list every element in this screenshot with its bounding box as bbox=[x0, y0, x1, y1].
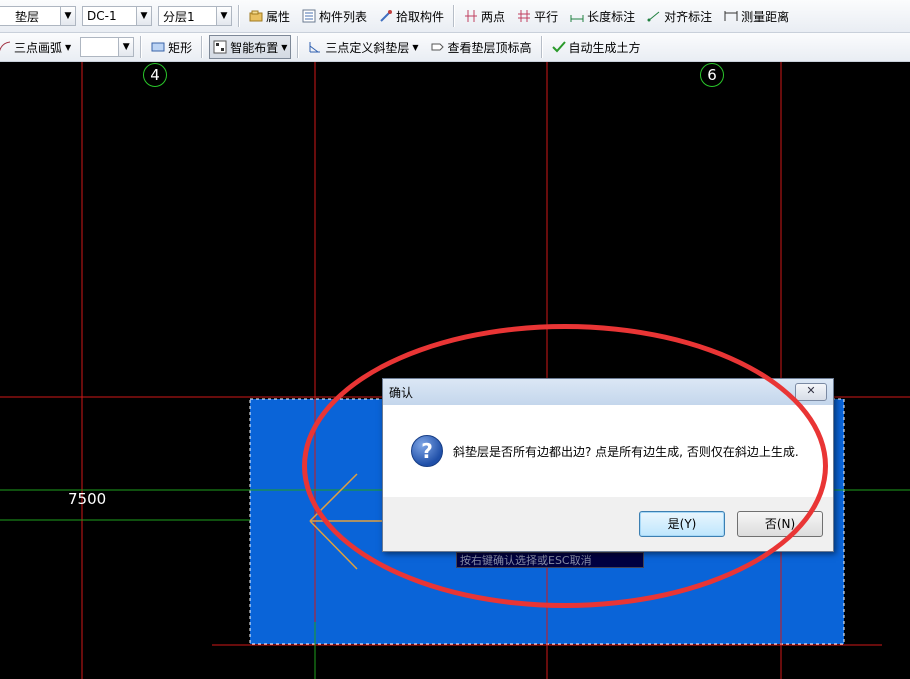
properties-icon bbox=[249, 9, 263, 23]
two-points-button[interactable]: 两点 bbox=[461, 5, 508, 27]
toolbar-separator bbox=[540, 36, 543, 58]
close-icon[interactable]: ✕ bbox=[795, 383, 827, 401]
rectangle-label: 矩形 bbox=[168, 40, 193, 55]
component-value: DC-1 bbox=[87, 9, 117, 23]
view-top-elevation-button[interactable]: 查看垫层顶标高 bbox=[428, 36, 535, 58]
component-list-button[interactable]: 构件列表 bbox=[299, 5, 370, 27]
parallel-label: 平行 bbox=[534, 9, 559, 24]
floor-value: 分层1 bbox=[163, 9, 195, 24]
component-select[interactable]: DC-1 ▼ bbox=[82, 6, 152, 26]
main-toolbar: 垫层 ▼ DC-1 ▼ 分层1 ▼ 属性 构件列表 拾取构件 两点 平行 长度标… bbox=[0, 0, 910, 33]
canvas-graphics bbox=[0, 62, 910, 679]
three-point-slope-button[interactable]: 三点定义斜垫层 ▼ bbox=[305, 36, 421, 58]
align-dimension-icon bbox=[647, 9, 661, 23]
toolbar-separator bbox=[238, 5, 240, 27]
arc-icon bbox=[0, 40, 11, 54]
question-icon: ? bbox=[411, 435, 443, 467]
command-prompt: 按右键确认选择或ESC取消 bbox=[456, 552, 644, 568]
length-dimension-label: 长度标注 bbox=[587, 9, 636, 24]
list-icon bbox=[302, 9, 316, 23]
dialog-footer: 是(Y) 否(N) bbox=[383, 497, 833, 551]
smart-layout-button[interactable]: 智能布置 ▼ bbox=[209, 35, 292, 59]
auto-earthwork-button[interactable]: 自动生成土方 bbox=[549, 36, 644, 58]
two-points-label: 两点 bbox=[481, 9, 506, 24]
slope-icon bbox=[308, 40, 322, 54]
checkmark-icon bbox=[551, 40, 566, 54]
length-dimension-icon bbox=[570, 9, 584, 23]
toolbar-separator bbox=[453, 5, 456, 27]
layer-type-value: 垫层 bbox=[15, 9, 40, 24]
pick-component-label: 拾取构件 bbox=[396, 9, 445, 24]
measure-distance-button[interactable]: 测量距离 bbox=[721, 5, 792, 27]
caret-down-icon[interactable]: ▼ bbox=[412, 43, 418, 52]
rectangle-icon bbox=[151, 40, 165, 54]
three-point-arc-label: 三点画弧 bbox=[14, 40, 63, 55]
rectangle-button[interactable]: 矩形 bbox=[148, 36, 195, 58]
toolbar-separator bbox=[297, 36, 300, 58]
three-point-slope-label: 三点定义斜垫层 bbox=[325, 40, 410, 55]
properties-button[interactable]: 属性 bbox=[246, 5, 293, 27]
length-dimension-button[interactable]: 长度标注 bbox=[567, 5, 638, 27]
component-list-label: 构件列表 bbox=[319, 9, 368, 24]
eyedropper-icon bbox=[379, 9, 393, 23]
no-button[interactable]: 否(N) bbox=[737, 511, 823, 537]
dialog-title: 确认 bbox=[389, 385, 414, 400]
parallel-button[interactable]: 平行 bbox=[514, 5, 561, 27]
axis-marker-4: 4 bbox=[143, 63, 167, 87]
yes-button[interactable]: 是(Y) bbox=[639, 511, 725, 537]
chevron-down-icon[interactable]: ▼ bbox=[136, 7, 151, 25]
dialog-message: 斜垫层是否所有边都出边? 点是所有边生成, 否则仅在斜边上生成. bbox=[453, 444, 799, 459]
dialog-body: ? 斜垫层是否所有边都出边? 点是所有边生成, 否则仅在斜边上生成. bbox=[383, 405, 833, 497]
two-points-axis-icon bbox=[464, 9, 478, 23]
toolbar-separator bbox=[140, 36, 143, 58]
floor-select[interactable]: 分层1 ▼ bbox=[158, 6, 232, 26]
measure-distance-label: 测量距离 bbox=[741, 9, 790, 24]
dimension-label: 7500 bbox=[68, 490, 107, 508]
three-point-arc-button[interactable]: 三点画弧 ▼ bbox=[0, 36, 74, 58]
elevation-icon bbox=[431, 40, 445, 54]
drawing-canvas[interactable]: 4 6 7500 按右键确认选择或ESC取消 bbox=[0, 62, 910, 679]
parallel-axis-icon bbox=[517, 9, 531, 23]
ruler-icon bbox=[724, 9, 738, 23]
pick-component-button[interactable]: 拾取构件 bbox=[376, 5, 447, 27]
smart-layout-label: 智能布置 bbox=[230, 40, 279, 55]
align-dimension-label: 对齐标注 bbox=[664, 9, 713, 24]
chevron-down-icon[interactable]: ▼ bbox=[216, 7, 231, 25]
caret-down-icon[interactable]: ▼ bbox=[65, 43, 71, 52]
arc-option-select[interactable]: ▼ bbox=[80, 37, 135, 57]
layer-type-select[interactable]: 垫层 ▼ bbox=[0, 6, 76, 26]
confirm-dialog: 确认 ✕ ? 斜垫层是否所有边都出边? 点是所有边生成, 否则仅在斜边上生成. … bbox=[382, 378, 834, 552]
properties-label: 属性 bbox=[266, 9, 291, 24]
axis-marker-6: 6 bbox=[700, 63, 724, 87]
auto-earthwork-label: 自动生成土方 bbox=[568, 40, 641, 55]
drawing-toolbar: 三点画弧 ▼ ▼ 矩形 智能布置 ▼ 三点定义斜垫层 ▼ 查看垫层顶标高 自动生… bbox=[0, 33, 910, 62]
dialog-titlebar[interactable]: 确认 ✕ bbox=[383, 379, 833, 405]
smart-layout-icon bbox=[213, 40, 227, 54]
align-dimension-button[interactable]: 对齐标注 bbox=[644, 5, 715, 27]
toolbar-separator bbox=[201, 36, 204, 58]
chevron-down-icon[interactable]: ▼ bbox=[60, 7, 75, 25]
caret-down-icon[interactable]: ▼ bbox=[281, 43, 287, 52]
view-top-elevation-label: 查看垫层顶标高 bbox=[447, 40, 532, 55]
chevron-down-icon[interactable]: ▼ bbox=[118, 38, 134, 56]
